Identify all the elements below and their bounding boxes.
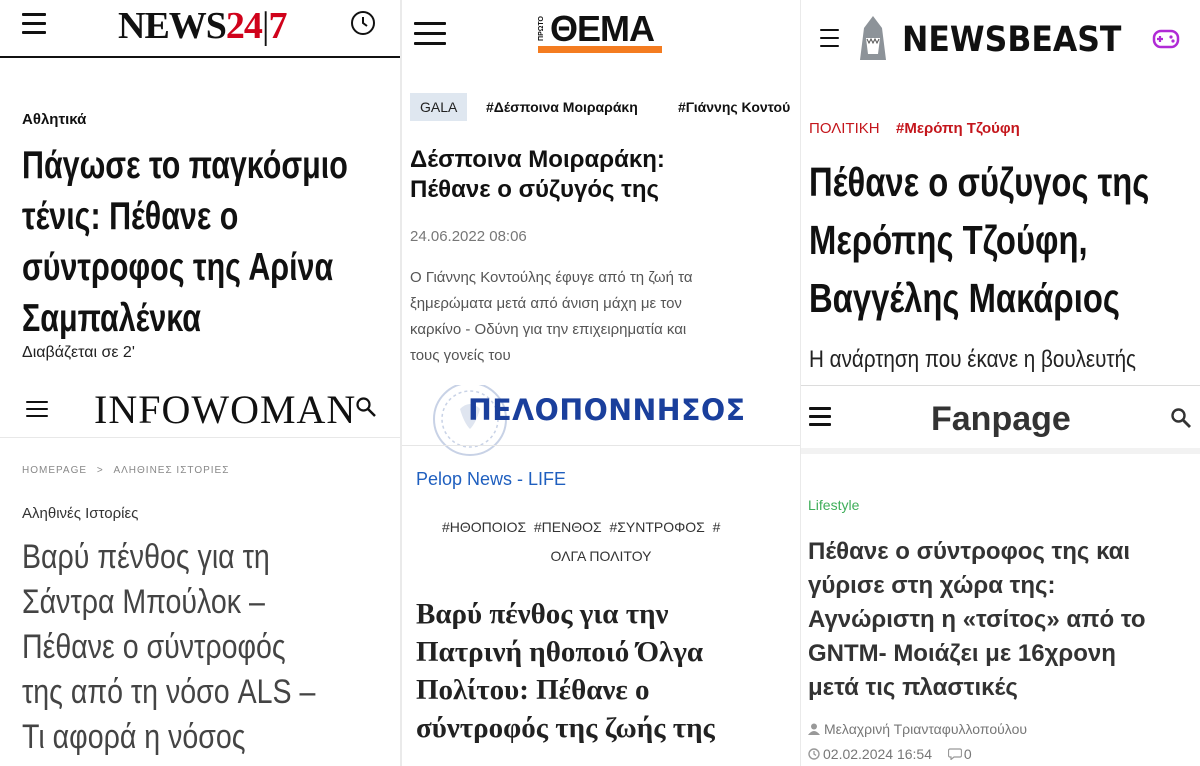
category-link[interactable]: Lifestyle [808,497,859,513]
title-line: Τι αφορά η νόσος [22,718,246,756]
collage-divider-vertical [400,0,402,766]
title-line: Πέθανε ο σύντροφός [22,628,286,666]
title-line: Βαρύ πένθος για τη [22,538,270,576]
tag-link[interactable]: #Δέσποινα Μοιραράκη [486,99,638,115]
newsbeast-panel: NEWSBEAST ΠΟΛΙΤΙΚΗ #Μερόπη Τζούφη Πέθανε… [800,0,1200,385]
logo-text: ΘΕΜΑ [550,8,655,49]
infowoman-panel: INFOWOMAN HOMEPAGE > ΑΛΗΘΙΝΕΣ ΙΣΤΟΡΙΕΣ Α… [0,385,400,766]
author-row: Μελαχρινή Τριανταφυλλοπούλου [808,721,1027,737]
tags-line[interactable]: #ΗΘΟΠΟΙΟΣ #ΠΕΝΘΟΣ #ΣΥΝΤΡΟΦΟΣ # [442,519,772,535]
news247-panel: NEWS24|7 Αθλητικά Πάγωσε το παγκόσμιο τέ… [0,0,400,385]
publish-date: 24.06.2022 08:06 [410,228,527,245]
logo-small-text: ΠΡΩΤΟ [538,16,545,41]
article-title: Πέθανε ο σύντροφος της και γύρισε στη χώ… [808,535,1146,705]
title-line: Πολίτου: Πέθανε ο [416,674,650,706]
logo-underline [538,46,662,53]
fanpage-logo[interactable]: Fanpage [931,400,1071,439]
title-line: Δέσποινα Μοιραράκη: [410,146,665,173]
title-line: γύρισε στη χώρα της: [808,572,1056,599]
read-time: Διαβάζεται σε 2' [22,344,135,361]
header-divider-top [800,385,1200,386]
title-line: Πέθανε ο σύζυγός της [410,176,660,203]
logo-24: 24 [225,5,263,47]
news247-logo[interactable]: NEWS24|7 [118,4,288,48]
logo-7: 7 [268,5,288,47]
category-link[interactable]: ΠΟΛΙΤΙΚΗ [809,120,880,137]
title-line: Πατρινή ηθοποιό Όλγα [416,636,704,668]
tag-link[interactable]: #Γιάννης Κοντού [678,99,790,115]
title-line: Σαμπαλένκα [22,297,201,340]
title-line: της από τη νόσο ALS – [22,673,316,711]
section-link[interactable]: Pelop News - LIFE [416,469,566,490]
collage-divider-vertical [800,0,801,766]
protothema-logo[interactable]: ΠΡΩΤΟ ΘΕΜΑ [538,8,662,54]
pelop-panel: ΠΕΛΟΠΟΝΝΗΣΟΣ Pelop News - LIFE #ΗΘΟΠΟΙΟΣ… [402,385,800,766]
breadcrumb-home[interactable]: HOMEPAGE [22,465,87,476]
menu-icon[interactable] [820,29,839,53]
summary-line: τους γονείς του [410,347,511,364]
article-title: Βαρύ πένθος για την Πατρινή ηθοποιό Όλγα… [416,595,715,747]
article-title: Δέσποινα Μοιραράκη: Πέθανε ο σύζυγός της [410,145,665,205]
title-line: μετά τις πλαστικές [808,674,1018,701]
newsbeast-logo[interactable]: NEWSBEAST [902,20,1121,60]
title-line: σύντροφός της ζωής της [416,712,715,744]
summary-line: ξημερώματα μετά από άνιση μάχη με τον [410,295,682,312]
title-line: Μερόπης Τζούφη, [809,217,1088,263]
tag-gala[interactable]: GALA [410,93,468,121]
article-summary: Ο Γιάννης Κοντούλης έφυγε από τη ζωή τα … [410,265,693,369]
collage-divider-horizontal [0,437,400,438]
summary-line: καρκίνο - Οδύνη για την επιχειρηματία κα… [410,321,687,338]
comment-icon[interactable] [947,747,962,761]
summary-line: Ο Γιάννης Κοντούλης έφυγε από τη ζωή τα [410,269,693,286]
search-icon[interactable] [355,396,377,418]
title-line: Αγνώριστη η «τσίτος» από το [808,606,1146,633]
title-line: σύντροφος της Αρίνα [22,246,334,289]
pelop-logo[interactable]: ΠΕΛΟΠΟΝΝΗΣΟΣ [468,393,746,427]
tags-line[interactable]: ΟΛΓΑ ΠΟΛΙΤΟΥ [402,548,800,564]
title-line: Βαγγέλης Μακάριος [809,275,1120,321]
comment-count[interactable]: 0 [964,746,972,762]
breadcrumb: HOMEPAGE > ΑΛΗΘΙΝΕΣ ΙΣΤΟΡΙΕΣ [22,465,229,476]
shark-logo-icon[interactable] [856,14,890,62]
category-label[interactable]: Αληθινές Ιστορίες [22,505,138,522]
subtitle-text: Η ανάρτηση που έκανε η βουλευτής [809,346,1137,373]
gamepad-icon[interactable] [1152,24,1180,52]
search-icon[interactable] [1170,407,1192,429]
header-divider [0,56,400,58]
category-label[interactable]: Αθλητικά [22,111,86,128]
user-icon [808,722,820,735]
publish-date: 02.02.2024 16:54 [823,746,932,762]
header-divider [800,448,1200,454]
title-line: GNTM- Μοιάζει με 16χρονη [808,640,1116,667]
article-title: Βαρύ πένθος για τη Σάντρα Μπούλοκ – Πέθα… [22,535,400,760]
title-line: Πάγωσε το παγκόσμιο [22,144,348,187]
menu-icon[interactable] [22,13,46,40]
title-line: Πέθανε ο σύζυγος της [809,159,1150,205]
tag-link[interactable]: #Μερόπη Τζούφη [896,120,1020,137]
title-line: Πέθανε ο σύντροφος της και [808,538,1131,565]
article-title: Πάγωσε το παγκόσμιο τένις: Πέθανε ο σύντ… [22,140,400,344]
logo-news: NEWS [118,5,227,47]
infowoman-logo[interactable]: INFOWOMAN [94,386,356,433]
meta-row: 02.02.2024 16:54 0 [808,746,972,762]
logo-separator: | [261,5,270,47]
menu-icon[interactable] [809,407,831,432]
article-subtitle: Η ανάρτηση που έκανε η βουλευτής [809,346,1200,374]
protothema-panel: ΠΡΩΤΟ ΘΕΜΑ GALA #Δέσποινα Μοιραράκη #Γιά… [402,0,800,385]
author-name[interactable]: Μελαχρινή Τριανταφυλλοπούλου [824,721,1027,737]
menu-icon[interactable] [26,401,48,423]
title-line: Σάντρα Μπούλοκ – [22,583,265,621]
menu-icon[interactable] [414,22,446,51]
clock-icon [808,747,820,760]
fanpage-panel: Fanpage Lifestyle Πέθανε ο σύντροφος της… [800,385,1200,766]
title-line: Βαρύ πένθος για την [416,598,669,630]
header-divider [402,445,800,446]
breadcrumb-section[interactable]: ΑΛΗΘΙΝΕΣ ΙΣΤΟΡΙΕΣ [113,465,229,476]
breadcrumb-separator: > [96,465,104,476]
title-line: τένις: Πέθανε ο [22,195,239,238]
clock-icon[interactable] [350,10,376,36]
article-title: Πέθανε ο σύζυγος της Μερόπης Τζούφη, Βαγ… [809,153,1200,327]
